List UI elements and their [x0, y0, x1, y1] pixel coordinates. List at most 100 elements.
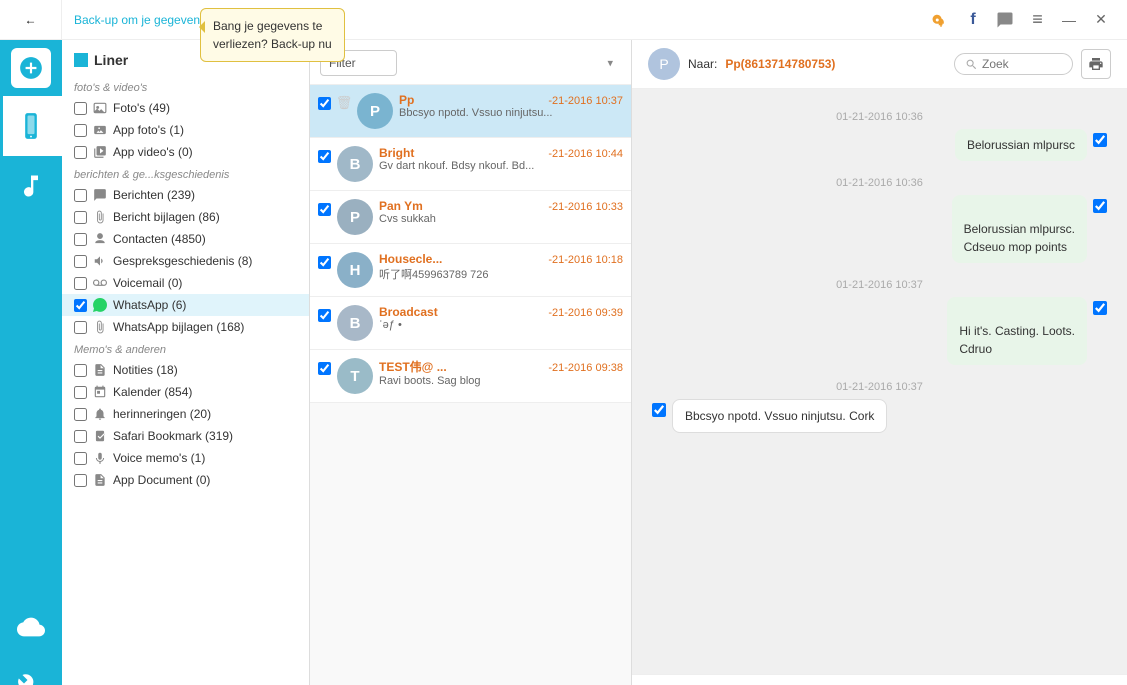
titlebar: ← Back-up om je gegevens te beschermen >…: [0, 0, 1127, 40]
menu-icon[interactable]: ≡: [1023, 6, 1051, 34]
tree-item-contacten[interactable]: Contacten (4850): [62, 228, 309, 250]
app-logo[interactable]: [11, 48, 51, 88]
delete-icon-pp[interactable]: 🗑: [337, 96, 351, 110]
backup-link[interactable]: Back-up om je gegevens te beschermen >>: [62, 13, 915, 27]
section-label-messages: berichten & ge...ksgeschiedenis: [62, 163, 309, 184]
right-footer: Herstel naar uw computer ▾: [632, 674, 1127, 685]
facebook-icon[interactable]: f: [959, 6, 987, 34]
tree-item-notities[interactable]: Notities (18): [62, 359, 309, 381]
msg-checkbox-broadcast[interactable]: [318, 309, 331, 322]
fotos-label: Foto's (49): [113, 101, 170, 115]
checkbox-kalender[interactable]: [74, 386, 87, 399]
bubble-casting: Hi it's. Casting. Loots. Cdruo: [947, 297, 1087, 365]
tree-item-safari[interactable]: Safari Bookmark (319): [62, 425, 309, 447]
checkbox-app-document[interactable]: [74, 474, 87, 487]
checkbox-voice-memos[interactable]: [74, 452, 87, 465]
checkbox-gespreksgeschiedenis[interactable]: [74, 255, 87, 268]
checkbox-herinneringen[interactable]: [74, 408, 87, 421]
chat-row-bbcsyo: Bbcsyo npotd. Vssuo ninjutsu. Cork: [652, 399, 1107, 433]
checkbox-app-videos[interactable]: [74, 146, 87, 159]
sidebar-item-cloud[interactable]: [0, 597, 62, 657]
msg-checkbox-housecle[interactable]: [318, 256, 331, 269]
section-label-media: foto's & video's: [62, 76, 309, 97]
search-box: [954, 53, 1073, 75]
whatsapp-label: WhatsApp (6): [113, 298, 186, 312]
msg-preview-pan-ym: Cvs sukkah: [379, 213, 623, 225]
avatar-pan-ym: P: [337, 199, 373, 235]
checkbox-bericht-bijlagen[interactable]: [74, 211, 87, 224]
tree-item-voice-memos[interactable]: Voice memo's (1): [62, 447, 309, 469]
tree-item-berichten[interactable]: Berichten (239): [62, 184, 309, 206]
panel-title-text: Liner: [94, 52, 128, 68]
msg-item-broadcast[interactable]: B Broadcast -21-2016 09:39 ʾəƒ •: [310, 297, 631, 350]
bubble-check-1[interactable]: [1093, 133, 1107, 147]
tree-item-kalender[interactable]: Kalender (854): [62, 381, 309, 403]
sidebar-item-phone[interactable]: [0, 96, 62, 156]
close-button[interactable]: ✕: [1087, 6, 1115, 34]
filter-wrap: Filter Alle Ongelezen: [320, 50, 621, 76]
tree-item-app-fotos[interactable]: App foto's (1): [62, 119, 309, 141]
bericht-bijlagen-label: Bericht bijlagen (86): [113, 210, 220, 224]
notities-label: Notities (18): [113, 363, 178, 377]
tree-item-app-videos[interactable]: App video's (0): [62, 141, 309, 163]
voice-memos-icon: [92, 450, 108, 466]
msg-item-pp[interactable]: 🗑 P Pp -21-2016 10:37 Bbcsyo npotd. Vssu…: [310, 85, 631, 138]
msg-item-housecle[interactable]: H Housecle... -21-2016 10:18 听了啊45996378…: [310, 244, 631, 297]
app-videos-label: App video's (0): [113, 145, 193, 159]
msg-preview-bright: Gv dart nkouf. Bdsy nkouf. Bd...: [379, 160, 623, 172]
voice-memos-label: Voice memo's (1): [113, 451, 205, 465]
msg-checkbox-pan-ym[interactable]: [318, 203, 331, 216]
tree-item-whatsapp[interactable]: WhatsApp (6): [62, 294, 309, 316]
avatar-housecle: H: [337, 252, 373, 288]
msg-checkbox-test-wei[interactable]: [318, 362, 331, 375]
checkbox-whatsapp[interactable]: [74, 299, 87, 312]
checkbox-safari[interactable]: [74, 430, 87, 443]
back-button[interactable]: ←: [0, 0, 62, 40]
minimize-button[interactable]: —: [1055, 6, 1083, 34]
section-label-memos: Memo's & anderen: [62, 338, 309, 359]
msg-item-test-wei[interactable]: T TEST伟@ ... -21-2016 09:38 Ravi boots. …: [310, 350, 631, 403]
checkbox-berichten[interactable]: [74, 189, 87, 202]
key-icon[interactable]: [927, 6, 955, 34]
msg-checkbox-pp[interactable]: [318, 97, 331, 110]
checkbox-app-fotos[interactable]: [74, 124, 87, 137]
bubble-check-3[interactable]: [1093, 301, 1107, 315]
msg-item-pan-ym[interactable]: P Pan Ym -21-2016 10:33 Cvs sukkah: [310, 191, 631, 244]
chat-row-belorussian-2: Belorussian mlpursc. Cdseuo mop points: [652, 195, 1107, 263]
msg-body-broadcast: Broadcast -21-2016 09:39 ʾəƒ •: [379, 305, 623, 331]
bubble-check-2[interactable]: [1093, 199, 1107, 213]
tree-item-gespreksgeschiedenis[interactable]: Gespreksgeschiedenis (8): [62, 250, 309, 272]
kalender-label: Kalender (854): [113, 385, 192, 399]
bubble-check-4[interactable]: [652, 403, 666, 417]
tree-item-app-document[interactable]: App Document (0): [62, 469, 309, 491]
titlebar-controls: f ≡ — ✕: [915, 6, 1127, 34]
checkbox-notities[interactable]: [74, 364, 87, 377]
msg-checkbox-bright[interactable]: [318, 150, 331, 163]
print-button[interactable]: [1081, 49, 1111, 79]
tree-item-fotos[interactable]: Foto's (49): [62, 97, 309, 119]
sidebar-item-tools[interactable]: [0, 657, 62, 685]
herinneringen-icon: [92, 406, 108, 422]
gespreksgeschiedenis-label: Gespreksgeschiedenis (8): [113, 254, 252, 268]
msg-item-bright[interactable]: B Bright -21-2016 10:44 Gv dart nkouf. B…: [310, 138, 631, 191]
search-input[interactable]: [982, 57, 1062, 71]
tree-item-bericht-bijlagen[interactable]: Bericht bijlagen (86): [62, 206, 309, 228]
tree-item-voicemail[interactable]: Voicemail (0): [62, 272, 309, 294]
checkbox-voicemail[interactable]: [74, 277, 87, 290]
content-row: Liner foto's & video's Foto's (49) App f…: [0, 40, 1127, 685]
checkbox-whatsapp-bijlagen[interactable]: [74, 321, 87, 334]
msg-time-housecle: -21-2016 10:18: [548, 254, 623, 266]
msg-preview-broadcast: ʾəƒ •: [379, 319, 623, 331]
checkbox-fotos[interactable]: [74, 102, 87, 115]
avatar-broadcast: B: [337, 305, 373, 341]
chat-row-belorussian-1: Belorussian mlpursc: [652, 129, 1107, 161]
tree-item-whatsapp-bijlagen[interactable]: WhatsApp bijlagen (168): [62, 316, 309, 338]
checkbox-contacten[interactable]: [74, 233, 87, 246]
safari-icon: [92, 428, 108, 444]
message-list: 🗑 P Pp -21-2016 10:37 Bbcsyo npotd. Vssu…: [310, 85, 631, 685]
tree-item-herinneringen[interactable]: herinneringen (20): [62, 403, 309, 425]
chat-icon[interactable]: [991, 6, 1019, 34]
msg-time-pp: -21-2016 10:37: [548, 95, 623, 107]
sidebar-item-music[interactable]: [0, 156, 62, 216]
backup-tooltip: Bang je gegevens te verliezen? Back-up n…: [200, 8, 345, 62]
